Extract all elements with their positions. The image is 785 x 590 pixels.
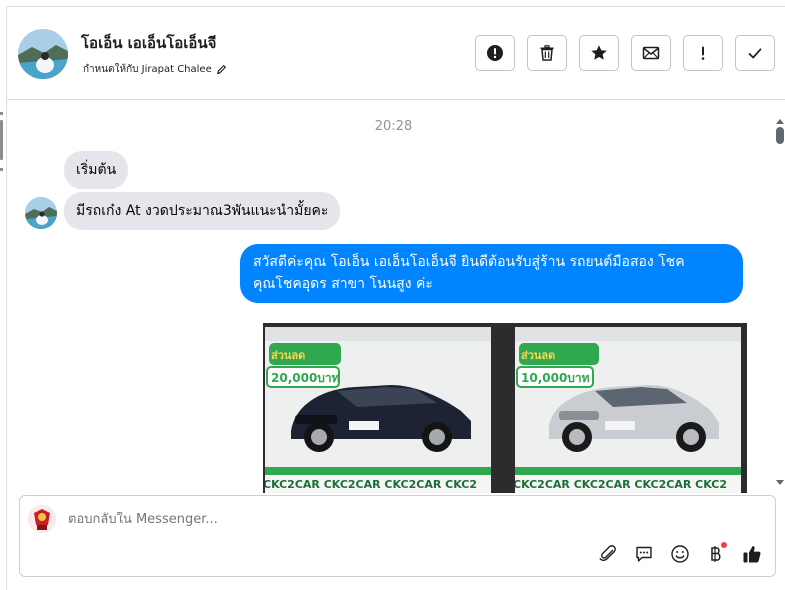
emoji-button[interactable] <box>668 542 692 566</box>
incoming-message[interactable]: เริ่มต้น <box>64 151 129 189</box>
scroll-up-arrow-icon[interactable] <box>776 119 784 124</box>
saved-replies-button[interactable] <box>632 542 656 566</box>
message-thread[interactable]: 20:28 เริ่มต้น มีรถเก๋ง At งวดประมาณ3พัน… <box>7 101 785 493</box>
window-edge-tick <box>0 168 3 171</box>
brand-strip: CKC2CAR CKC2CAR CKC2CAR CKC2 <box>265 478 477 491</box>
check-icon <box>748 48 762 59</box>
contact-avatar[interactable] <box>18 29 68 79</box>
notification-dot <box>721 542 727 548</box>
conversation-actions <box>475 35 775 71</box>
paperclip-icon <box>599 545 616 561</box>
attach-button[interactable] <box>596 542 620 566</box>
outgoing-message-line: คุณโชคอุดร สาขา โนนสูง ค่ะ <box>253 276 433 292</box>
message-timestamp: 20:28 <box>374 119 413 134</box>
spam-button[interactable] <box>475 35 515 71</box>
reply-composer <box>19 495 776 577</box>
emoji-icon <box>671 545 689 563</box>
contact-avatar-small[interactable] <box>25 197 57 229</box>
composer-tools <box>596 542 764 566</box>
mark-unread-button[interactable] <box>631 35 671 71</box>
window-resize-edge <box>0 120 3 160</box>
pencil-icon[interactable] <box>216 64 227 75</box>
promo-amount: 20,000บาท <box>271 371 340 385</box>
envelope-icon <box>642 46 660 60</box>
promo-label: ส่วนลด <box>271 349 305 362</box>
assignee-row[interactable]: กำหนดให้กับ Jirapat Chalee <box>83 62 227 77</box>
exclamation-icon <box>701 46 705 60</box>
assignee-label: กำหนดให้กับ Jirapat Chalee <box>83 64 212 75</box>
scrollbar-thumb[interactable] <box>776 127 784 144</box>
thread-scrollbar[interactable] <box>773 119 785 491</box>
follow-up-button[interactable] <box>683 35 723 71</box>
brand-strip: CKC2CAR CKC2CAR CKC2CAR CKC2 <box>515 478 727 491</box>
trash-icon <box>540 45 554 61</box>
star-button[interactable] <box>579 35 619 71</box>
payment-button[interactable] <box>704 542 728 566</box>
incoming-message[interactable]: มีรถเก๋ง At งวดประมาณ3พันแนะนำมั้ยคะ <box>64 192 341 230</box>
reply-input[interactable] <box>68 512 668 527</box>
exclamation-circle-icon <box>487 45 503 61</box>
outgoing-message-line: สวัสดีค่ะคุณ โอเอ็น เอเอ็นโอเอ็นจี ยินดี… <box>253 254 685 270</box>
delete-button[interactable] <box>527 35 567 71</box>
mark-done-button[interactable] <box>735 35 775 71</box>
star-icon <box>591 45 607 60</box>
photo-attachments: ส่วนลด 20,000บาท CKC2CAR CKC2CAR CKC2CAR… <box>263 323 747 493</box>
conversation-panel: โอเอ็น เอเอ็นโอเอ็นจี กำหนดให้กับ Jirapa… <box>6 6 785 590</box>
contact-name[interactable]: โอเอ็น เอเอ็นโอเอ็นจี <box>81 31 216 55</box>
scroll-down-arrow-icon[interactable] <box>776 480 784 485</box>
promo-amount: 10,000บาท <box>521 371 590 385</box>
conversation-header: โอเอ็น เอเอ็นโอเอ็นจี กำหนดให้กับ Jirapa… <box>7 7 785 100</box>
speech-bubble-icon <box>636 546 652 562</box>
window-edge-tick <box>0 112 3 115</box>
page-avatar <box>28 505 56 533</box>
car-photo[interactable]: ส่วนลด 20,000บาท CKC2CAR CKC2CAR CKC2CAR… <box>265 327 491 493</box>
thumbs-up-icon <box>743 546 761 563</box>
like-button[interactable] <box>740 542 764 566</box>
outgoing-message[interactable]: สวัสดีค่ะคุณ โอเอ็น เอเอ็นโอเอ็นจี ยินดี… <box>240 244 743 303</box>
car-photo[interactable]: ส่วนลด 10,000บาท CKC2CAR CKC2CAR CKC2CAR… <box>515 327 741 493</box>
promo-label: ส่วนลด <box>521 349 555 362</box>
